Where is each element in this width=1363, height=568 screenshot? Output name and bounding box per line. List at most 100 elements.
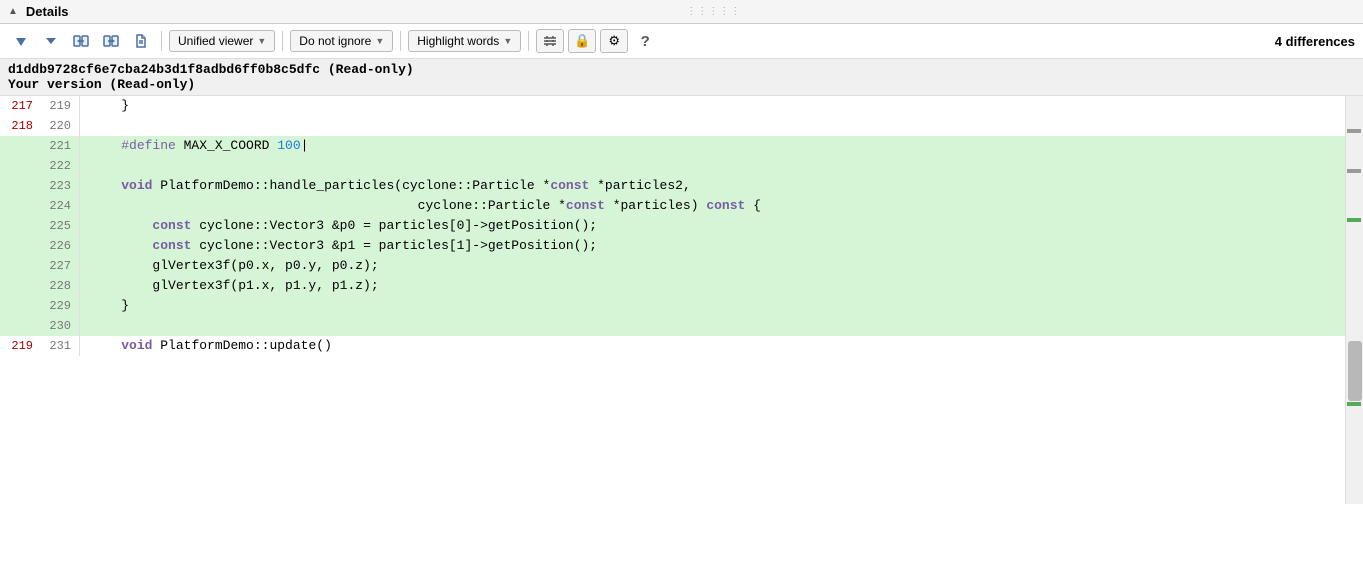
left-line-num (0, 296, 38, 316)
lock-button[interactable]: 🔒 (568, 29, 596, 53)
left-line-num (0, 236, 38, 256)
scrollbar-thumb[interactable] (1348, 341, 1362, 401)
line-numbers: 224 (0, 196, 80, 216)
line-code: } (80, 96, 1345, 116)
line-code: void PlatformDemo::update() (80, 336, 1345, 356)
diff-row: 225 const cyclone::Vector3 &p0 = particl… (0, 216, 1345, 236)
line-numbers: 229 (0, 296, 80, 316)
prev-diff-button[interactable] (8, 29, 34, 53)
scroll-marker-4 (1347, 402, 1361, 406)
diff-row: 223 void PlatformDemo::handle_particles(… (0, 176, 1345, 196)
main-container: ▲ Details ⋮⋮⋮⋮⋮ (0, 0, 1363, 504)
right-line-num: 223 (38, 176, 76, 196)
separator-4 (528, 31, 529, 51)
file-info-bar: d1ddb9728cf6e7cba24b3d1f8adbd6ff0b8c5dfc… (0, 59, 1363, 96)
right-line-num: 220 (38, 116, 76, 136)
right-line-num: 224 (38, 196, 76, 216)
right-line-num: 230 (38, 316, 76, 336)
diff-row: 221 #define MAX_X_COORD 100| (0, 136, 1345, 156)
line-code: glVertex3f(p1.x, p1.y, p1.z); (80, 276, 1345, 296)
highlight-words-arrow: ▼ (503, 36, 512, 46)
do-not-ignore-dropdown[interactable]: Do not ignore ▼ (290, 30, 393, 52)
copy-right-button[interactable] (98, 29, 124, 53)
line-numbers: 223 (0, 176, 80, 196)
line-code: #define MAX_X_COORD 100| (80, 136, 1345, 156)
diff-row: 222 (0, 156, 1345, 176)
next-diff-button[interactable] (38, 29, 64, 53)
unified-viewer-dropdown[interactable]: Unified viewer ▼ (169, 30, 275, 52)
right-line-num: 227 (38, 256, 76, 276)
diff-content-area[interactable]: 217219 }218220221 #define MAX_X_COORD 10… (0, 96, 1345, 504)
diff-row: 230 (0, 316, 1345, 336)
left-line-num (0, 216, 38, 236)
right-line-num: 225 (38, 216, 76, 236)
left-line-num: 218 (0, 116, 38, 136)
left-line-num (0, 156, 38, 176)
right-line-num: 231 (38, 336, 76, 356)
highlight-words-dropdown[interactable]: Highlight words ▼ (408, 30, 521, 52)
right-line-num: 226 (38, 236, 76, 256)
left-line-num (0, 196, 38, 216)
scrollbar-panel[interactable] (1345, 96, 1363, 504)
line-code: glVertex3f(p0.x, p0.y, p0.z); (80, 256, 1345, 276)
line-numbers: 228 (0, 276, 80, 296)
left-line-num (0, 256, 38, 276)
line-code: void PlatformDemo::handle_particles(cycl… (80, 176, 1345, 196)
left-line-num: 219 (0, 336, 38, 356)
line-numbers: 219231 (0, 336, 80, 356)
right-line-num: 219 (38, 96, 76, 116)
line-code: cyclone::Particle *const *particles) con… (80, 196, 1345, 216)
separator-1 (161, 31, 162, 51)
separator-3 (400, 31, 401, 51)
line-code: } (80, 296, 1345, 316)
details-header: ▲ Details ⋮⋮⋮⋮⋮ (0, 0, 1363, 24)
scroll-marker-3 (1347, 218, 1361, 222)
copy-left-button[interactable] (68, 29, 94, 53)
left-line-num (0, 136, 38, 156)
right-line-num: 228 (38, 276, 76, 296)
line-code: const cyclone::Vector3 &p0 = particles[0… (80, 216, 1345, 236)
collapse-triangle[interactable]: ▲ (8, 6, 18, 17)
line-numbers: 222 (0, 156, 80, 176)
line-numbers: 221 (0, 136, 80, 156)
help-button[interactable]: ? (632, 29, 658, 53)
right-line-num: 222 (38, 156, 76, 176)
line-numbers: 225 (0, 216, 80, 236)
left-line-num (0, 276, 38, 296)
diff-viewer: 217219 }218220221 #define MAX_X_COORD 10… (0, 96, 1363, 504)
unified-viewer-arrow: ▼ (257, 36, 266, 46)
diff-row: 227 glVertex3f(p0.x, p0.y, p0.z); (0, 256, 1345, 276)
line-numbers: 226 (0, 236, 80, 256)
do-not-ignore-arrow: ▼ (375, 36, 384, 46)
line-numbers: 218220 (0, 116, 80, 136)
diff-row: 219231 void PlatformDemo::update() (0, 336, 1345, 356)
diff-row: 229 } (0, 296, 1345, 316)
separator-2 (282, 31, 283, 51)
line-code: const cyclone::Vector3 &p1 = particles[1… (80, 236, 1345, 256)
align-button[interactable] (536, 29, 564, 53)
file-action-button[interactable] (128, 29, 154, 53)
line-code (80, 316, 1345, 336)
line-numbers: 217219 (0, 96, 80, 116)
scroll-marker-2 (1347, 169, 1361, 173)
scroll-marker-1 (1347, 129, 1361, 133)
file-hash: d1ddb9728cf6e7cba24b3d1f8adbd6ff0b8c5dfc… (8, 62, 1355, 77)
drag-handle: ⋮⋮⋮⋮⋮ (73, 6, 1355, 17)
diff-count: 4 differences (1275, 34, 1355, 49)
diff-row: 228 glVertex3f(p1.x, p1.y, p1.z); (0, 276, 1345, 296)
left-line-num (0, 176, 38, 196)
line-numbers: 227 (0, 256, 80, 276)
right-line-num: 221 (38, 136, 76, 156)
diff-row: 217219 } (0, 96, 1345, 116)
left-line-num (0, 316, 38, 336)
toolbar: Unified viewer ▼ Do not ignore ▼ Highlig… (0, 24, 1363, 59)
settings-button[interactable]: ⚙ (600, 29, 628, 53)
diff-row: 224 cyclone::Particle *const *particles)… (0, 196, 1345, 216)
right-line-num: 229 (38, 296, 76, 316)
line-code (80, 116, 1345, 136)
diff-row: 226 const cyclone::Vector3 &p1 = particl… (0, 236, 1345, 256)
file-version: Your version (Read-only) (8, 77, 1355, 92)
details-title: Details (26, 4, 69, 19)
line-code (80, 156, 1345, 176)
left-line-num: 217 (0, 96, 38, 116)
